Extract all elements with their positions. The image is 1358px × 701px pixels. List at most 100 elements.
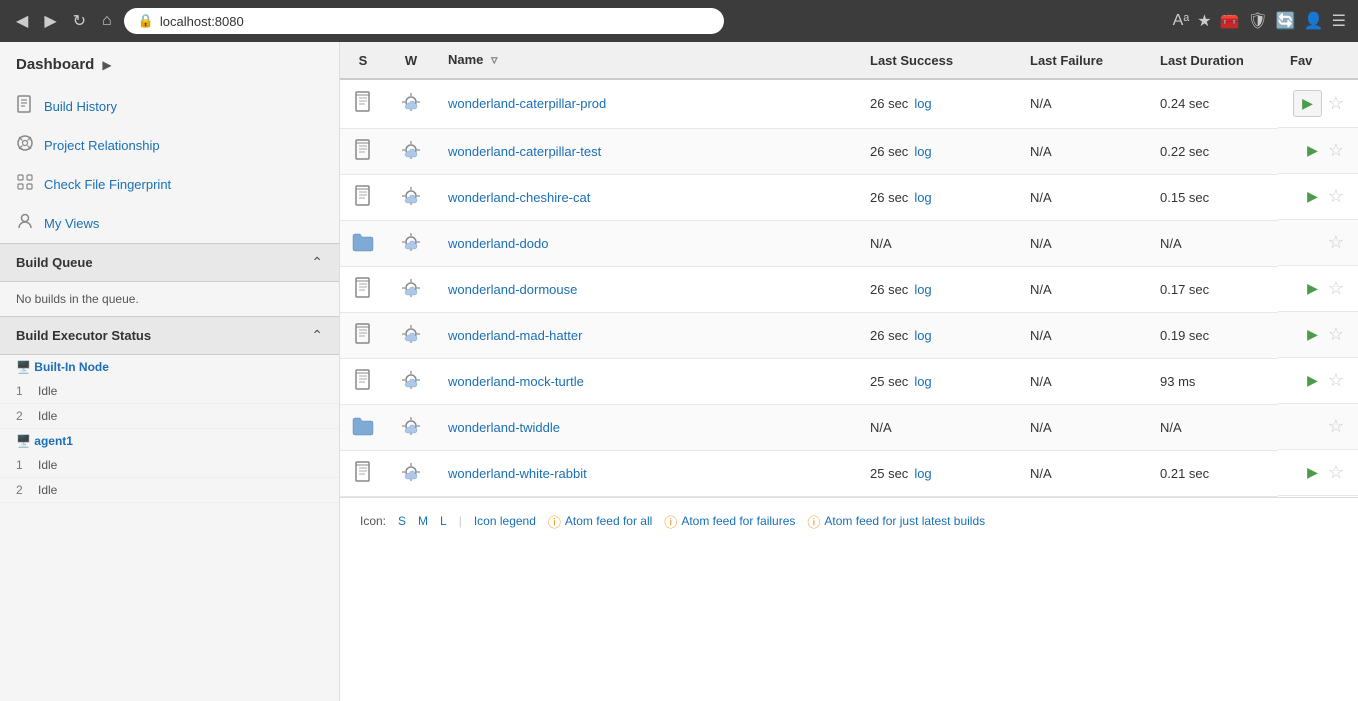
job-link[interactable]: wonderland-dormouse [448, 282, 577, 297]
icon-size-m-link[interactable]: M [418, 514, 428, 528]
job-link[interactable]: wonderland-dodo [448, 236, 548, 251]
job-link[interactable]: wonderland-white-rabbit [448, 466, 587, 481]
job-link[interactable]: wonderland-caterpillar-test [448, 144, 601, 159]
log-link[interactable]: log [914, 328, 931, 343]
project-relationship-icon [16, 134, 34, 157]
status-cell [340, 266, 386, 312]
atom-failures-icon: ⓘ [664, 512, 677, 531]
job-link[interactable]: wonderland-caterpillar-prod [448, 96, 606, 111]
favorite-button[interactable]: ☆ [1326, 460, 1346, 485]
my-views-label: My Views [44, 216, 99, 231]
nav-home-button[interactable]: ⌂ [98, 8, 116, 34]
dashboard-label: Dashboard [16, 56, 94, 73]
sidebar-item-my-views[interactable]: My Views [0, 204, 339, 243]
favorite-button[interactable]: ☆ [1326, 184, 1346, 209]
job-link[interactable]: wonderland-cheshire-cat [448, 190, 590, 205]
icon-size-l-link[interactable]: L [440, 514, 447, 528]
agent1-label: agent1 [34, 434, 73, 448]
col-header-last-success[interactable]: Last Success [858, 42, 1018, 79]
last-duration-time: 0.17 sec [1160, 282, 1209, 297]
folder-icon [352, 240, 374, 255]
last-failure-cell: N/A [1018, 128, 1148, 174]
log-link[interactable]: log [914, 96, 931, 111]
col-header-last-failure[interactable]: Last Failure [1018, 42, 1148, 79]
log-link[interactable]: log [914, 190, 931, 205]
status-cell [340, 358, 386, 404]
run-button[interactable]: ▶ [1303, 184, 1322, 209]
build-queue-section-header[interactable]: Build Queue ⌃ [0, 243, 339, 282]
last-failure-time: N/A [1030, 328, 1052, 343]
log-link[interactable]: log [914, 282, 931, 297]
built-in-node-link[interactable]: 🖥️ Built-In Node [0, 355, 339, 379]
fav-cell: ▶☆ [1278, 312, 1358, 358]
build-executor-section-header[interactable]: Build Executor Status ⌃ [0, 316, 339, 355]
atom-all-link[interactable]: ⓘ Atom feed for all [548, 512, 652, 531]
agent1-link[interactable]: 🖥️ agent1 [0, 429, 339, 453]
last-failure-cell: N/A [1018, 79, 1148, 128]
last-success-cell: N/A [858, 404, 1018, 450]
nav-refresh-button[interactable]: ↻ [69, 7, 90, 35]
fav-cell: ☆ [1278, 404, 1358, 450]
profile-icon[interactable]: 👤 [1304, 11, 1324, 31]
col-header-last-duration[interactable]: Last Duration [1148, 42, 1278, 79]
run-button[interactable]: ▶ [1303, 276, 1322, 301]
log-link[interactable]: log [914, 144, 931, 159]
atom-latest-link[interactable]: ⓘ Atom feed for just latest builds [807, 512, 985, 531]
nav-back-button[interactable]: ◀ [12, 7, 32, 35]
col-header-s[interactable]: S [340, 42, 386, 79]
sidebar-item-build-history[interactable]: Build History [0, 87, 339, 126]
weather-icon [400, 379, 422, 394]
book-icon [354, 379, 372, 394]
dashboard-header[interactable]: Dashboard ▶ [0, 42, 339, 87]
name-cell: wonderland-mock-turtle [436, 358, 858, 404]
run-button[interactable]: ▶ [1303, 322, 1322, 347]
translate-icon[interactable]: Aᵃ [1173, 12, 1190, 30]
log-link[interactable]: log [914, 374, 931, 389]
last-duration-time: 0.24 sec [1160, 96, 1209, 111]
bookmark-icon[interactable]: ★ [1197, 11, 1211, 31]
run-button[interactable]: ▶ [1303, 460, 1322, 485]
book-icon [354, 287, 372, 302]
run-button[interactable]: ▶ [1293, 90, 1322, 117]
favorite-button[interactable]: ☆ [1326, 322, 1346, 347]
last-duration-time: 93 ms [1160, 374, 1195, 389]
sync-icon[interactable]: 🔄 [1276, 11, 1296, 31]
shield-icon[interactable]: 🛡 [1248, 11, 1268, 31]
favorite-button[interactable]: ☆ [1326, 91, 1346, 116]
last-duration-time: N/A [1160, 420, 1182, 435]
log-link[interactable]: log [914, 466, 931, 481]
name-cell: wonderland-twiddle [436, 404, 858, 450]
extensions-icon[interactable]: 🧰 [1220, 11, 1240, 31]
jobs-table: S W Name ▿ Last Success Last Failure [340, 42, 1358, 497]
address-bar[interactable]: 🔒 localhost:8080 [124, 8, 724, 34]
last-failure-cell: N/A [1018, 312, 1148, 358]
col-header-fav[interactable]: Fav [1278, 42, 1358, 79]
favorite-button[interactable]: ☆ [1326, 276, 1346, 301]
nav-forward-button[interactable]: ▶ [40, 7, 60, 35]
run-button[interactable]: ▶ [1303, 138, 1322, 163]
sidebar-item-project-relationship[interactable]: Project Relationship [0, 126, 339, 165]
agent1-executor-status-1: Idle [38, 458, 57, 472]
icon-legend-link[interactable]: Icon legend [474, 514, 536, 528]
run-button[interactable]: ▶ [1303, 368, 1322, 393]
col-header-name[interactable]: Name ▿ [436, 42, 858, 79]
agent1-executor-num-1: 1 [16, 458, 30, 472]
favorite-button[interactable]: ☆ [1326, 230, 1346, 255]
menu-icon[interactable]: ☰ [1332, 11, 1346, 31]
favorite-button[interactable]: ☆ [1326, 368, 1346, 393]
atom-failures-link[interactable]: ⓘ Atom feed for failures [664, 512, 795, 531]
job-link[interactable]: wonderland-mock-turtle [448, 374, 584, 389]
favorite-button[interactable]: ☆ [1326, 414, 1346, 439]
name-cell: wonderland-caterpillar-test [436, 128, 858, 174]
favorite-button[interactable]: ☆ [1326, 138, 1346, 163]
job-link[interactable]: wonderland-mad-hatter [448, 328, 582, 343]
main-content: S W Name ▿ Last Success Last Failure [340, 42, 1358, 701]
sidebar-item-check-file-fingerprint[interactable]: Check File Fingerprint [0, 165, 339, 204]
col-header-w[interactable]: W [386, 42, 436, 79]
last-failure-time: N/A [1030, 236, 1052, 251]
job-link[interactable]: wonderland-twiddle [448, 420, 560, 435]
icon-size-s-link[interactable]: S [398, 514, 406, 528]
last-success-cell: N/A [858, 220, 1018, 266]
book-icon [354, 195, 372, 210]
last-duration-time: N/A [1160, 236, 1182, 251]
